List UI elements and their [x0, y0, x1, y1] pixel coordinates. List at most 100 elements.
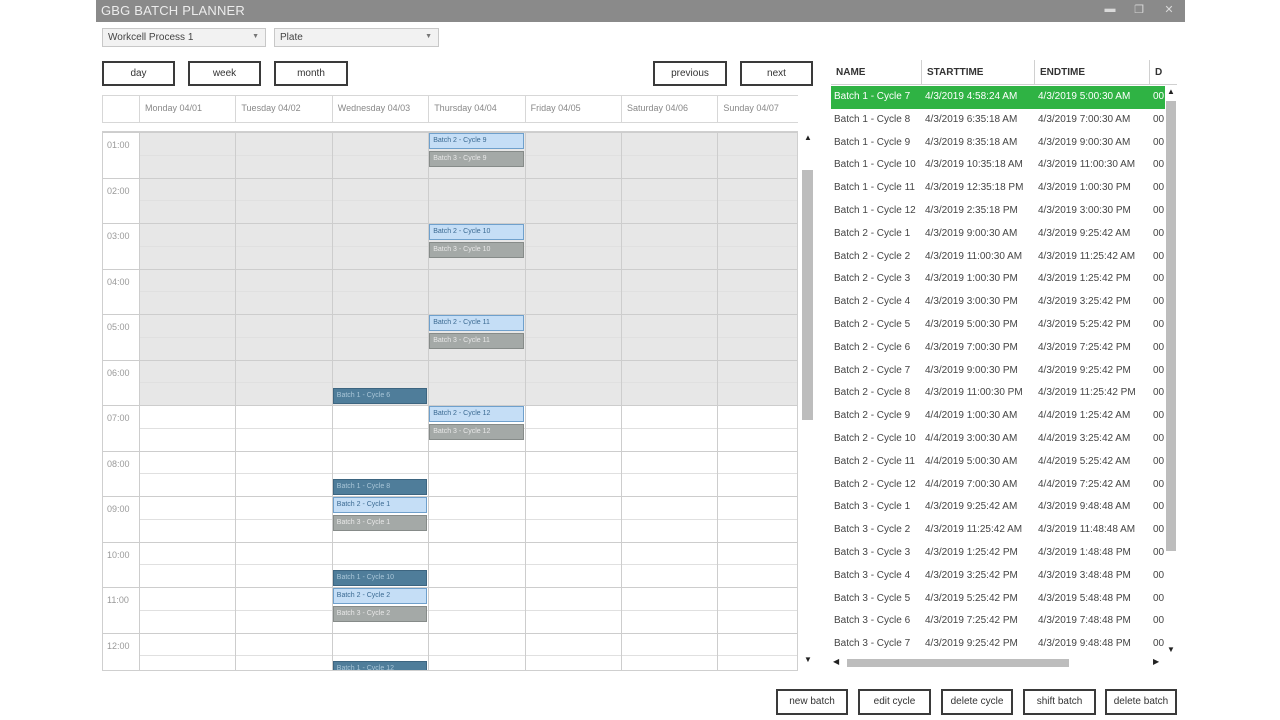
list-column-header[interactable]: STARTTIME — [921, 60, 1034, 85]
maximize-icon[interactable]: ❐ — [1131, 3, 1147, 16]
calendar-event[interactable]: Batch 3 - Cycle 9 — [429, 151, 524, 168]
table-row[interactable]: Batch 1 - Cycle 11 4/3/2019 12:35:18 PM 4/… — [831, 177, 1165, 200]
table-row[interactable]: Batch 3 - Cycle 2 4/3/2019 11:25:42 AM 4/3… — [831, 519, 1165, 542]
calendar-event[interactable]: Batch 1 - Cycle 6 — [332, 387, 428, 404]
close-icon[interactable]: ✕ — [1161, 3, 1177, 16]
process-select[interactable]: Workcell Process 1 ▼ — [102, 28, 266, 47]
month-view-button[interactable]: month — [274, 61, 348, 86]
day-header-7: Sunday 04/07 — [717, 96, 813, 122]
material-select[interactable]: Plate ▼ — [274, 28, 439, 47]
minimize-icon[interactable]: ▬ — [1102, 3, 1118, 15]
table-row[interactable]: Batch 2 - Cycle 4 4/3/2019 3:00:30 PM 4/3/… — [831, 291, 1165, 314]
calendar-event[interactable]: Batch 2 - Cycle 12 — [429, 406, 524, 422]
table-row[interactable]: Batch 1 - Cycle 10 4/3/2019 10:35:18 AM 4/… — [831, 154, 1165, 177]
list-column-header[interactable]: ENDTIME — [1034, 60, 1149, 85]
previous-button[interactable]: previous — [653, 61, 727, 86]
table-row[interactable]: Batch 3 - Cycle 4 4/3/2019 3:25:42 PM 4/3/… — [831, 565, 1165, 588]
table-cell: 00 — [1153, 205, 1165, 216]
next-button[interactable]: next — [740, 61, 813, 86]
list-column-header[interactable]: NAME — [831, 60, 921, 85]
edit-cycle-button[interactable]: edit cycle — [858, 689, 931, 715]
scroll-up-icon[interactable]: ▲ — [802, 133, 814, 145]
table-row[interactable]: Batch 1 - Cycle 9 4/3/2019 8:35:18 AM 4/3/… — [831, 132, 1165, 155]
scroll-thumb[interactable] — [802, 170, 813, 420]
table-row[interactable]: Batch 2 - Cycle 11 4/4/2019 5:00:30 AM 4/4… — [831, 451, 1165, 474]
table-cell: 4/3/2019 7:48:48 PM — [1038, 615, 1131, 627]
chevron-down-icon: ▼ — [425, 33, 432, 40]
table-cell: Batch 3 - Cycle 5 — [834, 592, 911, 604]
day-view-button[interactable]: day — [102, 61, 175, 86]
table-row[interactable]: Batch 2 - Cycle 3 4/3/2019 1:00:30 PM 4/3/… — [831, 268, 1165, 291]
table-row[interactable]: Batch 2 - Cycle 5 4/3/2019 5:00:30 PM 4/3/… — [831, 314, 1165, 337]
delete-cycle-button[interactable]: delete cycle — [941, 689, 1013, 715]
table-cell: Batch 3 - Cycle 2 — [834, 524, 911, 536]
table-cell: Batch 2 - Cycle 12 — [834, 478, 916, 490]
calendar-event[interactable]: Batch 3 - Cycle 1 — [332, 515, 428, 532]
scroll-thumb[interactable] — [847, 659, 1069, 667]
table-cell: 4/3/2019 7:00:30 AM — [1038, 113, 1131, 125]
table-row[interactable]: Batch 2 - Cycle 9 4/4/2019 1:00:30 AM 4/4/… — [831, 405, 1165, 428]
scroll-thumb[interactable] — [1166, 101, 1176, 551]
table-row[interactable]: Batch 3 - Cycle 7 4/3/2019 9:25:42 PM 4/3/… — [831, 633, 1165, 656]
week-view-button[interactable]: week — [188, 61, 261, 86]
half-hour-line — [139, 291, 797, 293]
table-cell: 00 — [1153, 319, 1165, 330]
table-row[interactable]: Batch 3 - Cycle 6 4/3/2019 7:25:42 PM 4/3/… — [831, 610, 1165, 633]
delete-batch-button[interactable]: delete batch — [1105, 689, 1177, 715]
calendar-event[interactable]: Batch 3 - Cycle 11 — [429, 333, 524, 350]
table-cell: Batch 2 - Cycle 8 — [834, 387, 911, 399]
calendar-grid[interactable]: 01:00 02:00 03:00 04:00 05:00 06:00 07:00 08:00… — [102, 131, 798, 671]
table-cell: 4/3/2019 7:25:42 PM — [925, 615, 1018, 627]
calendar-scrollbar[interactable]: ▲ ▼ — [802, 131, 814, 671]
table-row[interactable]: Batch 3 - Cycle 3 4/3/2019 1:25:42 PM 4/3/… — [831, 542, 1165, 565]
table-cell: 4/3/2019 10:35:18 AM — [925, 159, 1023, 171]
scroll-down-icon[interactable]: ▼ — [802, 655, 814, 667]
table-row[interactable]: Batch 2 - Cycle 6 4/3/2019 7:00:30 PM 4/3/… — [831, 337, 1165, 360]
table-row[interactable]: Batch 2 - Cycle 10 4/4/2019 3:00:30 AM 4/4… — [831, 428, 1165, 451]
calendar-event[interactable]: Batch 2 - Cycle 9 — [429, 133, 524, 149]
table-cell: 4/3/2019 9:00:30 AM — [925, 227, 1018, 239]
calendar-event[interactable]: Batch 2 - Cycle 11 — [429, 315, 524, 331]
table-row[interactable]: Batch 2 - Cycle 1 4/3/2019 9:00:30 AM 4/3/… — [831, 223, 1165, 246]
table-row[interactable]: Batch 2 - Cycle 12 4/4/2019 7:00:30 AM 4/4… — [831, 474, 1165, 497]
table-row[interactable]: Batch 2 - Cycle 7 4/3/2019 9:00:30 PM 4/3/… — [831, 360, 1165, 383]
hour-line — [103, 587, 797, 588]
scroll-down-icon[interactable]: ▼ — [1165, 645, 1177, 654]
calendar-event[interactable]: Batch 3 - Cycle 10 — [429, 242, 524, 259]
calendar-event[interactable]: Batch 2 - Cycle 2 — [332, 588, 428, 604]
list-vertical-scrollbar[interactable]: ▲ ▼ — [1165, 85, 1177, 657]
day-header-1: Monday 04/01 — [139, 96, 235, 122]
table-cell: 4/3/2019 5:00:30 PM — [925, 319, 1018, 330]
calendar-event[interactable]: Batch 2 - Cycle 10 — [429, 224, 524, 240]
table-cell: 4/3/2019 9:00:30 AM — [1038, 136, 1131, 148]
table-row[interactable]: Batch 3 - Cycle 1 4/3/2019 9:25:42 AM 4/3/… — [831, 496, 1165, 519]
list-column-header[interactable]: D — [1149, 60, 1177, 85]
table-row[interactable]: Batch 2 - Cycle 8 4/3/2019 11:00:30 PM 4/3… — [831, 382, 1165, 405]
scroll-right-icon[interactable]: ▶ — [1153, 657, 1159, 666]
table-row[interactable]: Batch 1 - Cycle 12 4/3/2019 2:35:18 PM 4/3… — [831, 200, 1165, 223]
table-cell: 00 — [1153, 387, 1165, 399]
calendar-event[interactable]: Batch 1 - Cycle 12 — [332, 660, 428, 670]
half-hour-line — [139, 382, 797, 384]
calendar-event[interactable]: Batch 2 - Cycle 1 — [332, 497, 428, 513]
table-cell: 4/3/2019 2:35:18 PM — [925, 205, 1018, 216]
calendar-event[interactable]: Batch 3 - Cycle 2 — [332, 606, 428, 623]
table-cell: 00 — [1153, 159, 1165, 171]
scroll-left-icon[interactable]: ◀ — [833, 657, 839, 666]
calendar-event[interactable]: Batch 1 - Cycle 8 — [332, 478, 428, 495]
new-batch-button[interactable]: new batch — [776, 689, 848, 715]
table-cell: 4/3/2019 9:48:48 PM — [1038, 638, 1131, 650]
list-horizontal-scrollbar[interactable]: ◀ ▶ — [831, 657, 1165, 669]
shift-batch-button[interactable]: shift batch — [1023, 689, 1096, 715]
calendar-event[interactable]: Batch 3 - Cycle 12 — [429, 424, 524, 441]
table-row[interactable]: Batch 2 - Cycle 2 4/3/2019 11:00:30 AM 4/3… — [831, 246, 1165, 269]
time-label: 02:00 — [107, 185, 130, 196]
scroll-up-icon[interactable]: ▲ — [1165, 87, 1177, 96]
calendar-event[interactable]: Batch 1 - Cycle 10 — [332, 569, 428, 586]
table-cell: 00 — [1153, 547, 1165, 558]
table-row[interactable]: Batch 1 - Cycle 7 4/3/2019 4:58:24 AM 4/3/… — [831, 86, 1165, 109]
table-row[interactable]: Batch 1 - Cycle 8 4/3/2019 6:35:18 AM 4/3/… — [831, 109, 1165, 132]
time-label: 11:00 — [107, 595, 129, 605]
table-row[interactable]: Batch 3 - Cycle 5 4/3/2019 5:25:42 PM 4/3/… — [831, 588, 1165, 611]
cycle-list: NAME STARTTIME ENDTIME D Batch 1 - Cycle 7 4… — [831, 60, 1177, 672]
